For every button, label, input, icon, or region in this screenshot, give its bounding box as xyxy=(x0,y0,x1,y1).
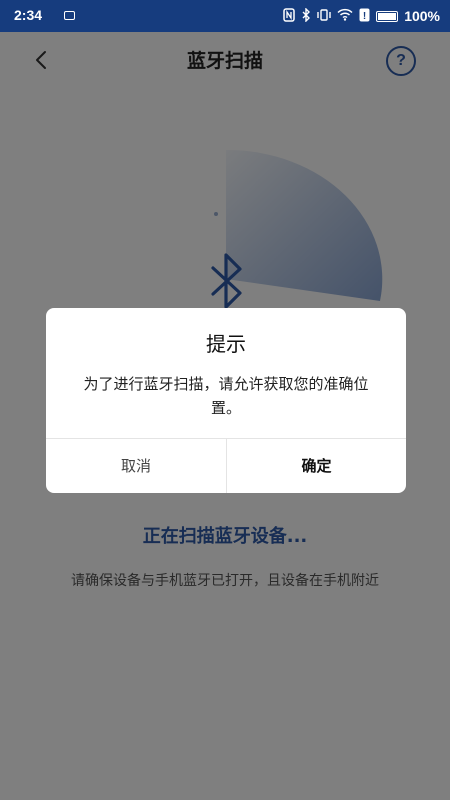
confirm-button[interactable]: 确定 xyxy=(227,439,406,493)
status-time: 2:34 xyxy=(14,7,43,23)
dialog-message: 为了进行蓝牙扫描，请允许获取您的准确位置。 xyxy=(83,375,369,417)
cancel-button[interactable]: 取消 xyxy=(46,439,226,493)
battery-percent: 100% xyxy=(404,8,440,24)
battery-icon xyxy=(376,10,399,22)
status-icons: ! 100% xyxy=(283,6,440,25)
wifi-icon xyxy=(337,8,353,24)
status-bar: 2:34 ! 100% xyxy=(0,0,450,32)
dialog-title: 提示 xyxy=(206,332,246,356)
bluetooth-icon xyxy=(301,6,311,25)
permission-dialog: 提示 为了进行蓝牙扫描，请允许获取您的准确位置。 取消 确定 xyxy=(46,308,406,493)
nfc-icon xyxy=(283,7,295,25)
vibrate-icon xyxy=(317,8,331,25)
message-icon xyxy=(64,11,75,20)
svg-text:!: ! xyxy=(363,11,366,22)
sim-icon: ! xyxy=(359,8,370,25)
